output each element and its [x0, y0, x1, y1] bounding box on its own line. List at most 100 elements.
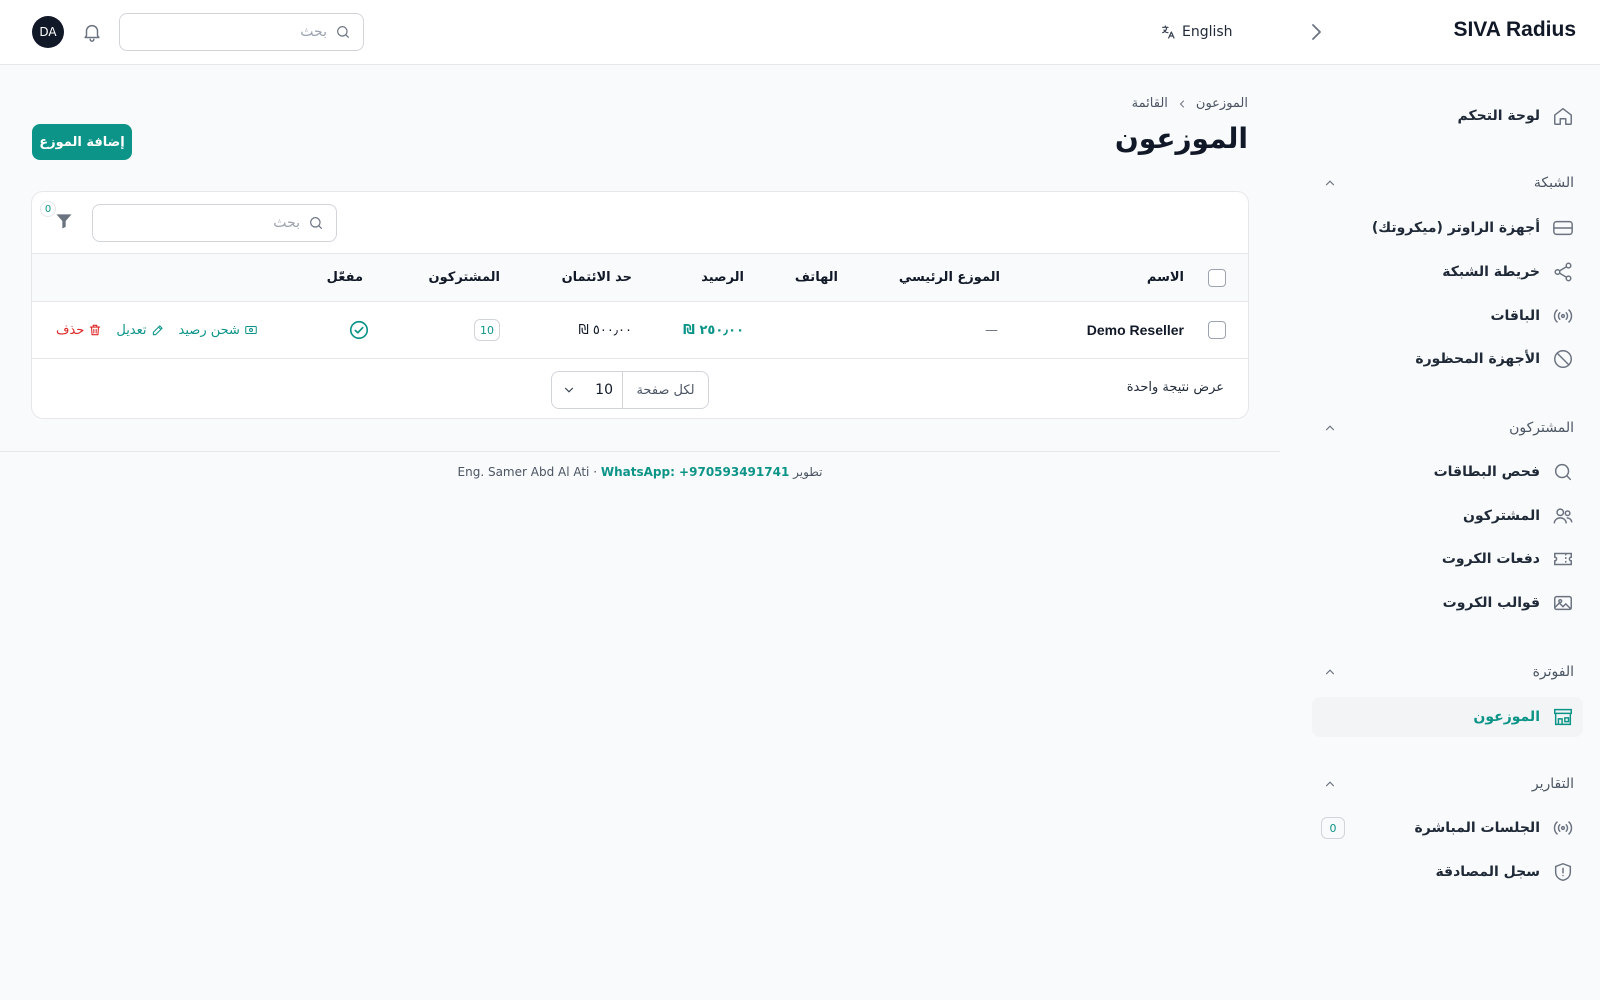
funnel-icon [56, 214, 72, 229]
breadcrumb-link[interactable]: الموزعون [1196, 96, 1248, 111]
sidebar-item-label: فحص البطاقات [1433, 464, 1540, 480]
chevron-left-icon [1176, 98, 1188, 110]
reseller-parent: — [985, 322, 998, 338]
status-cell [348, 302, 370, 358]
shield-alert-icon [1552, 861, 1574, 883]
sidebar-item-resellers[interactable]: الموزعون [1312, 697, 1583, 737]
whatsapp-link[interactable]: WhatsApp: +970593491741 [601, 465, 789, 479]
chevron-up-icon [1323, 777, 1337, 791]
column-header-balance[interactable]: الرصيد [701, 254, 744, 301]
store-icon [1552, 706, 1574, 728]
ban-icon [1552, 348, 1574, 370]
row-checkbox[interactable] [1208, 321, 1226, 339]
breadcrumb: الموزعون القائمة [1132, 96, 1248, 111]
add-reseller-button[interactable]: إضافة الموزع [32, 124, 132, 160]
sidebar-section-billing[interactable]: الفوترة [1312, 660, 1583, 684]
sidebar-item-label: أجهزة الراوتر (ميكروتك) [1371, 220, 1540, 236]
footer-divider [0, 451, 1280, 452]
footer: تطوير Eng. Samer Abd Al Ati · WhatsApp: … [0, 465, 1280, 479]
subscribers-count-badge[interactable]: 10 [474, 319, 500, 341]
trash-icon [90, 324, 101, 336]
table-search-input[interactable] [105, 215, 300, 231]
sidebar-item-label: دفعات الكروت [1441, 551, 1540, 567]
router-icon [1552, 217, 1574, 239]
check-circle-icon [349, 320, 369, 340]
search-icon [1552, 461, 1574, 483]
sidebar-item-card-batches[interactable]: دفعات الكروت [1312, 539, 1583, 579]
per-page-select[interactable]: 10 [552, 372, 623, 408]
sidebar-item-auth-log[interactable]: سجل المصادقة [1312, 852, 1583, 892]
translate-icon [1162, 25, 1175, 39]
chevron-down-icon [564, 387, 574, 393]
sidebar-item-card-templates[interactable]: قوالب الكروت [1312, 583, 1583, 623]
sidebar-item-live-sessions[interactable]: الجلسات المباشرة 0 [1312, 808, 1583, 848]
column-header-phone[interactable]: الهاتف [795, 254, 838, 301]
row-select-cell [1208, 302, 1226, 358]
result-count-text: عرض نتيجة واحدة [1126, 380, 1224, 395]
page-title: الموزعون [1114, 122, 1248, 155]
share-icon [1552, 261, 1574, 283]
table-header: الاسم الموزع الرئيسي الهاتف الرصيد حد ال… [32, 253, 1248, 302]
ticket-icon [1552, 548, 1574, 570]
column-header-name[interactable]: الاسم [1147, 254, 1184, 301]
sidebar-item-subscribers[interactable]: المشتركون [1312, 496, 1583, 536]
section-label: المشتركون [1509, 420, 1574, 436]
sidebar-section-subscribers[interactable]: المشتركون [1312, 416, 1583, 440]
resellers-table-card: 0 الاسم الموزع الرئيسي الهاتف الرصيد حد … [31, 191, 1249, 419]
notifications-button[interactable] [81, 21, 103, 43]
sidebar-item-packages[interactable]: الباقات [1312, 296, 1583, 336]
table-search[interactable] [92, 204, 337, 242]
language-switch-button[interactable]: English [1160, 20, 1233, 44]
sidebar-item-dashboard[interactable]: لوحة التحكم [1312, 96, 1583, 136]
image-icon [1552, 592, 1574, 614]
reseller-name[interactable]: Demo Reseller [1087, 302, 1184, 358]
signal-icon [1552, 817, 1574, 839]
per-page-value: 10 [595, 382, 613, 398]
signal-icon [1552, 305, 1574, 327]
column-header-credit-limit[interactable]: حد الائتمان [562, 254, 632, 301]
per-page-control: لكل صفحة 10 [551, 371, 709, 409]
chevron-up-icon [1323, 665, 1337, 679]
sidebar-item-routers[interactable]: أجهزة الراوتر (ميكروتك) [1312, 208, 1583, 248]
delete-button[interactable]: حذف [56, 323, 102, 338]
user-avatar[interactable]: DA [32, 16, 64, 48]
subscribers-count-cell: 10 [474, 302, 500, 358]
sidebar-item-blocked-devices[interactable]: الأجهزة المحظورة [1312, 339, 1583, 379]
reseller-credit-limit: ₪ ٥٠٠٫٠٠ [578, 322, 632, 338]
users-icon [1552, 505, 1574, 527]
top-bar: SIVA Radius English DA [0, 0, 1600, 65]
top-up-label: شحن رصيد [178, 322, 240, 338]
edit-label: تعديل [116, 322, 147, 338]
sidebar-item-label: الباقات [1490, 308, 1540, 324]
sidebar-item-label: لوحة التحكم [1457, 108, 1540, 124]
sidebar-section-reports[interactable]: التقارير [1312, 772, 1583, 796]
global-search-input[interactable] [132, 24, 327, 40]
edit-button[interactable]: تعديل [116, 323, 164, 338]
sidebar-item-network-map[interactable]: خريطة الشبكة [1312, 252, 1583, 292]
collapse-sidebar-button[interactable] [1304, 20, 1328, 44]
chevron-up-icon [1323, 176, 1337, 190]
global-search[interactable] [119, 13, 364, 51]
filter-count-badge: 0 [40, 201, 56, 217]
sidebar-item-label: المشتركون [1463, 508, 1540, 524]
chevron-right-icon [1312, 24, 1321, 40]
reseller-balance: ₪ ٢٥٠٫٠٠ [683, 322, 744, 338]
sidebar-item-label: قوالب الكروت [1442, 595, 1540, 611]
sidebar-item-label: الجلسات المباشرة [1414, 820, 1540, 836]
table-row: Demo Reseller — ₪ ٢٥٠٫٠٠ ₪ ٥٠٠٫٠٠ 10 شحن… [32, 302, 1248, 359]
search-icon [310, 217, 322, 229]
delete-label: حذف [56, 322, 85, 338]
chevron-up-icon [1323, 421, 1337, 435]
column-header-subscribers[interactable]: المشتركون [429, 254, 500, 301]
breadcrumb-current: القائمة [1131, 96, 1168, 111]
sidebar-item-label: الأجهزة المحظورة [1415, 351, 1540, 367]
sidebar-item-card-check[interactable]: فحص البطاقات [1312, 452, 1583, 492]
language-label: English [1182, 24, 1233, 40]
select-all-checkbox[interactable] [1208, 268, 1226, 287]
top-up-button[interactable]: شحن رصيد [179, 323, 258, 338]
sidebar-section-network[interactable]: الشبكة [1312, 171, 1583, 195]
per-page-label: لكل صفحة [622, 372, 708, 408]
filter-button[interactable] [54, 210, 74, 232]
column-header-parent[interactable]: الموزع الرئيسي [899, 254, 1000, 301]
column-header-locked[interactable]: مفعّل [327, 254, 363, 301]
